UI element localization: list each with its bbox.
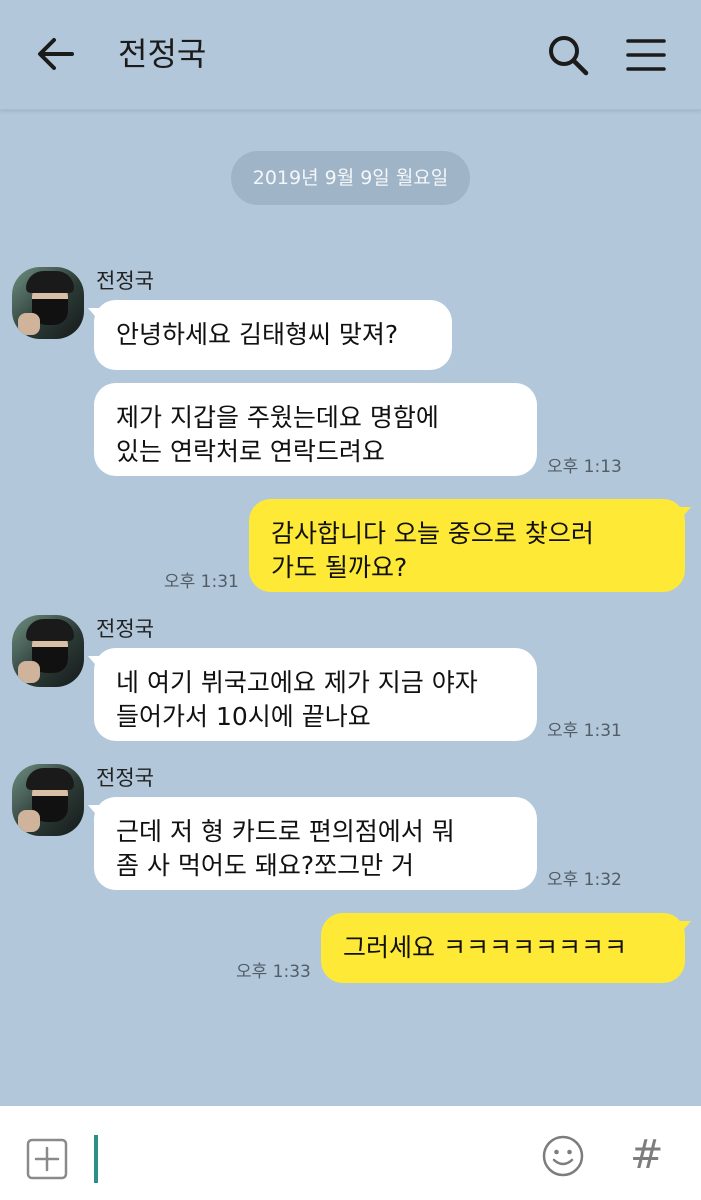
message-time: 오후 1:31 [547,721,622,741]
message-bubble-outgoing[interactable]: 그러세요 ㅋㅋㅋㅋㅋㅋㅋㅋ [321,913,685,983]
avatar[interactable] [12,764,84,836]
message-time: 오후 1:13 [547,457,622,477]
avatar[interactable] [12,267,84,339]
message-bubble-incoming[interactable]: 네 여기 뷔국고에요 제가 지금 야자 들어가서 10시에 끝나요 [94,648,537,741]
sender-name: 전정국 [96,766,154,790]
emoji-button[interactable] [540,1133,586,1179]
message-time: 오후 1:31 [164,572,239,592]
smiley-icon [542,1135,584,1177]
message-bubble-incoming[interactable]: 근데 저 형 카드로 편의점에서 뭐 좀 사 먹어도 돼요?쪼그만 거 [94,797,537,890]
bubble-tail [679,921,691,935]
menu-button[interactable] [624,34,668,76]
sender-name: 전정국 [96,617,154,641]
sender-name: 전정국 [96,269,154,293]
message-bubble-outgoing[interactable]: 감사합니다 오늘 중으로 찾으러 가도 될까요? [249,499,685,592]
message-bubble-incoming[interactable]: 제가 지갑을 주웠는데요 명함에 있는 연락처로 연락드려요 [94,383,537,476]
plus-square-icon [26,1138,68,1180]
attach-button[interactable] [26,1138,68,1180]
message-time: 오후 1:32 [547,870,622,890]
text-input-cursor[interactable] [94,1135,98,1183]
back-arrow-icon [38,38,74,70]
avatar[interactable] [12,615,84,687]
message-time: 오후 1:33 [236,962,311,982]
chat-title: 전정국 [118,35,207,73]
chat-header: 전정국 [0,0,701,110]
message-bubble-incoming[interactable]: 안녕하세요 김태형씨 맞져? [94,300,452,370]
date-divider: 2019년 9월 9일 월요일 [231,151,470,205]
bubble-tail [679,507,691,521]
search-button[interactable] [546,34,590,76]
search-icon [549,36,589,76]
message-input-bar: # [0,1106,701,1200]
hashtag-button[interactable]: # [630,1132,664,1178]
back-button[interactable] [34,34,78,74]
hamburger-menu-icon [626,39,666,71]
